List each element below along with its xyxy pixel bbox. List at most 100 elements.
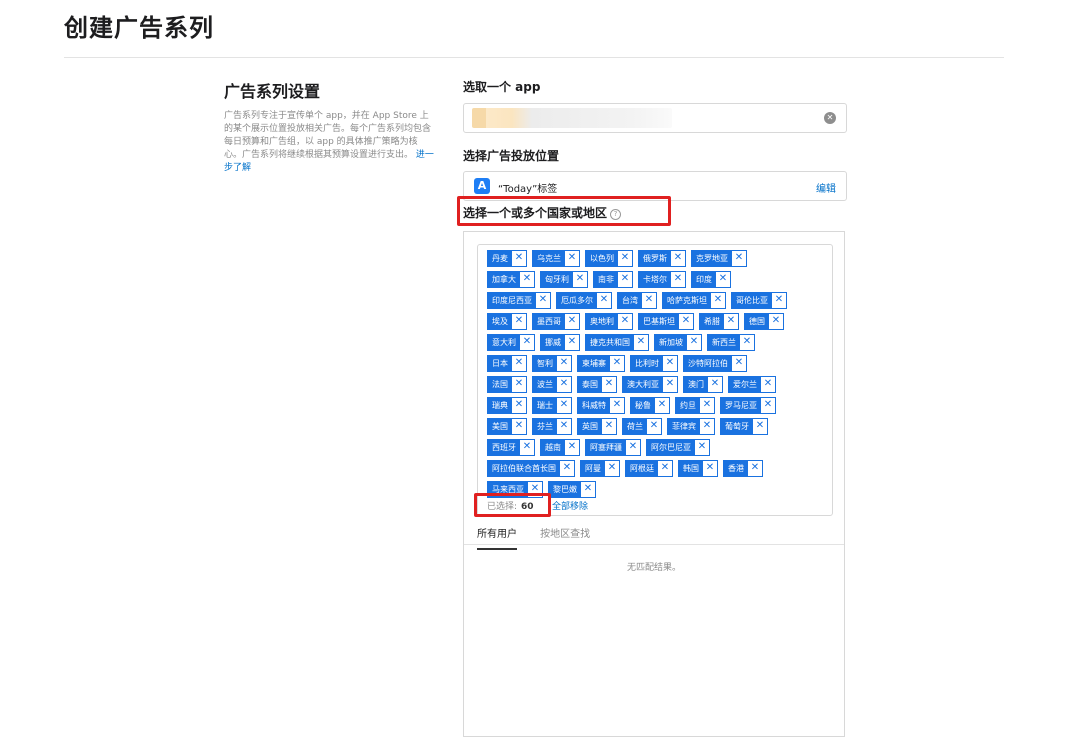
country-tag: 匈牙利 ✕ (540, 271, 588, 288)
section-title: 广告系列设置 (224, 82, 321, 101)
country-tag: 埃及 ✕ (487, 313, 527, 330)
remove-country-icon[interactable]: ✕ (560, 461, 574, 476)
remove-country-icon[interactable]: ✕ (557, 398, 571, 413)
remove-country-icon[interactable]: ✕ (634, 335, 648, 350)
country-tag: 日本 ✕ (487, 355, 527, 372)
tag-row: 日本 ✕ 智利 ✕ 柬埔寨 ✕ 比利时 ✕ 沙特阿拉伯 ✕ (487, 355, 833, 376)
remove-country-icon[interactable]: ✕ (711, 293, 725, 308)
remove-country-icon[interactable]: ✕ (520, 440, 534, 455)
edit-placement-link[interactable]: 编辑 (816, 180, 836, 195)
remove-country-icon[interactable]: ✕ (708, 377, 722, 392)
app-picker[interactable]: ✕ (463, 103, 847, 133)
remove-country-icon[interactable]: ✕ (618, 272, 632, 287)
remove-country-icon[interactable]: ✕ (520, 335, 534, 350)
remove-country-icon[interactable]: ✕ (671, 251, 685, 266)
tag-row: 美国 ✕ 芬兰 ✕ 英国 ✕ 荷兰 ✕ 菲律宾 ✕ 葡萄牙 ✕ (487, 418, 833, 439)
remove-country-icon[interactable]: ✕ (761, 377, 775, 392)
country-tag-label: 葡萄牙 (721, 419, 753, 434)
remove-country-icon[interactable]: ✕ (557, 377, 571, 392)
remove-country-icon[interactable]: ✕ (753, 419, 767, 434)
remove-country-icon[interactable]: ✕ (597, 293, 611, 308)
remove-country-icon[interactable]: ✕ (732, 356, 746, 371)
remove-country-icon[interactable]: ✕ (716, 272, 730, 287)
remove-country-icon[interactable]: ✕ (605, 461, 619, 476)
country-tag: 芬兰 ✕ (532, 418, 572, 435)
country-tag: 菲律宾 ✕ (667, 418, 715, 435)
country-tag-label: 香港 (724, 461, 748, 476)
remove-country-icon[interactable]: ✕ (557, 356, 571, 371)
country-tag: 希腊 ✕ (699, 313, 739, 330)
country-tag-label: 美国 (488, 419, 512, 434)
remove-country-icon[interactable]: ✕ (610, 398, 624, 413)
remove-country-icon[interactable]: ✕ (602, 419, 616, 434)
remove-country-icon[interactable]: ✕ (512, 419, 526, 434)
remove-country-icon[interactable]: ✕ (557, 419, 571, 434)
remove-country-icon[interactable]: ✕ (602, 377, 616, 392)
remove-all-link[interactable]: 全部移除 (552, 499, 588, 512)
remove-country-icon[interactable]: ✕ (655, 398, 669, 413)
remove-country-icon[interactable]: ✕ (512, 251, 526, 266)
country-tag-label: 埃及 (488, 314, 512, 329)
remove-country-icon[interactable]: ✕ (610, 356, 624, 371)
remove-country-icon[interactable]: ✕ (761, 398, 775, 413)
remove-country-icon[interactable]: ✕ (703, 461, 717, 476)
remove-country-icon[interactable]: ✕ (732, 251, 746, 266)
country-select-label: 选择一个或多个国家或地区? (463, 204, 622, 221)
country-tag: 乌克兰 ✕ (532, 250, 580, 267)
remove-country-icon[interactable]: ✕ (565, 335, 579, 350)
country-tag-label: 南非 (594, 272, 618, 287)
country-tag: 意大利 ✕ (487, 334, 535, 351)
country-tag-label: 厄瓜多尔 (557, 293, 597, 308)
remove-country-icon[interactable]: ✕ (512, 356, 526, 371)
country-tag-label: 卡塔尔 (639, 272, 671, 287)
remove-country-icon[interactable]: ✕ (663, 356, 677, 371)
section-description-text: 广告系列专注于宣传单个 app，并在 App Store 上的某个展示位置投放相… (224, 111, 432, 160)
remove-country-icon[interactable]: ✕ (671, 272, 685, 287)
remove-country-icon[interactable]: ✕ (695, 440, 709, 455)
remove-country-icon[interactable]: ✕ (748, 461, 762, 476)
country-tag-label: 台湾 (618, 293, 642, 308)
country-tag: 科威特 ✕ (577, 397, 625, 414)
country-tag: 捷克共和国 ✕ (585, 334, 649, 351)
tab-all-users[interactable]: 所有用户 (477, 525, 517, 550)
remove-country-icon[interactable]: ✕ (700, 398, 714, 413)
remove-country-icon[interactable]: ✕ (618, 314, 632, 329)
remove-country-icon[interactable]: ✕ (573, 272, 587, 287)
country-tag-label: 加拿大 (488, 272, 520, 287)
country-tag: 法国 ✕ (487, 376, 527, 393)
remove-country-icon[interactable]: ✕ (679, 314, 693, 329)
help-icon[interactable]: ? (610, 209, 622, 220)
remove-country-icon[interactable]: ✕ (724, 314, 738, 329)
remove-country-icon[interactable]: ✕ (700, 419, 714, 434)
remove-country-icon[interactable]: ✕ (536, 293, 550, 308)
country-tag: 瑞士 ✕ (532, 397, 572, 414)
remove-country-icon[interactable]: ✕ (618, 251, 632, 266)
remove-country-icon[interactable]: ✕ (581, 482, 595, 497)
country-tag: 加拿大 ✕ (487, 271, 535, 288)
remove-country-icon[interactable]: ✕ (642, 293, 656, 308)
remove-country-icon[interactable]: ✕ (658, 461, 672, 476)
remove-country-icon[interactable]: ✕ (740, 335, 754, 350)
remove-country-icon[interactable]: ✕ (520, 272, 534, 287)
country-tag-label: 匈牙利 (541, 272, 573, 287)
remove-country-icon[interactable]: ✕ (647, 419, 661, 434)
remove-country-icon[interactable]: ✕ (565, 314, 579, 329)
clear-icon[interactable]: ✕ (824, 112, 836, 124)
remove-country-icon[interactable]: ✕ (565, 251, 579, 266)
remove-country-icon[interactable]: ✕ (512, 377, 526, 392)
country-tag: 印度尼西亚 ✕ (487, 292, 551, 309)
remove-country-icon[interactable]: ✕ (663, 377, 677, 392)
remove-country-icon[interactable]: ✕ (512, 398, 526, 413)
country-tag-label: 约旦 (676, 398, 700, 413)
remove-country-icon[interactable]: ✕ (626, 440, 640, 455)
remove-country-icon[interactable]: ✕ (687, 335, 701, 350)
remove-country-icon[interactable]: ✕ (772, 293, 786, 308)
country-tag-label: 希腊 (700, 314, 724, 329)
remove-country-icon[interactable]: ✕ (769, 314, 783, 329)
country-tag: 黎巴嫩 ✕ (548, 481, 596, 498)
remove-country-icon[interactable]: ✕ (565, 440, 579, 455)
remove-country-icon[interactable]: ✕ (512, 314, 526, 329)
country-tag: 丹麦 ✕ (487, 250, 527, 267)
country-tag-label: 韩国 (679, 461, 703, 476)
country-tag: 阿尔巴尼亚 ✕ (646, 439, 710, 456)
